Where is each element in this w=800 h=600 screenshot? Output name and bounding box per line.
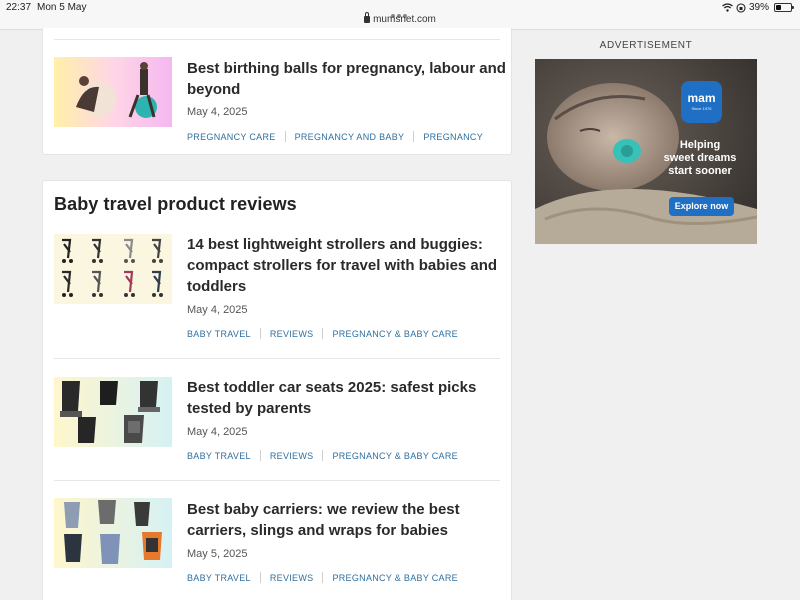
tag-link[interactable]: PREGNANCY & BABY CARE <box>332 451 458 461</box>
ad-brand-name: mam <box>687 91 716 105</box>
orientation-lock-icon <box>736 2 746 13</box>
article-tags: BABY TRAVEL REVIEWS PREGNANCY & BABY CAR… <box>187 328 458 339</box>
status-indicators: 39% <box>722 2 794 13</box>
article-title[interactable]: Best birthing balls for pregnancy, labou… <box>187 58 507 100</box>
tag-link[interactable]: BABY TRAVEL <box>187 329 251 339</box>
row-divider <box>54 358 500 359</box>
advertisement-label: ADVERTISEMENT <box>599 40 693 51</box>
tag-divider <box>322 328 324 339</box>
tag-link[interactable]: PREGNANCY & BABY CARE <box>332 329 458 339</box>
tag-link[interactable]: PREGNANCY <box>423 132 483 142</box>
tag-link[interactable]: REVIEWS <box>270 329 314 339</box>
battery-icon <box>774 3 794 12</box>
tag-divider <box>284 131 286 142</box>
tag-link[interactable]: PREGNANCY AND BABY <box>295 132 405 142</box>
status-date: Mon 5 May <box>37 2 87 13</box>
url-text: mumsnet.com <box>373 14 436 25</box>
article-tags: BABY TRAVEL REVIEWS PREGNANCY & BABY CAR… <box>187 572 458 583</box>
tag-link[interactable]: PREGNANCY & BABY CARE <box>332 573 458 583</box>
lock-icon <box>364 12 371 23</box>
explore-now-button[interactable]: Explore now <box>669 197 734 216</box>
tag-divider <box>259 450 261 461</box>
tag-divider <box>259 328 261 339</box>
row-divider <box>54 480 500 481</box>
article-thumbnail-car-seats[interactable] <box>54 377 172 447</box>
ad-tagline-line: Helping <box>679 139 721 151</box>
tag-link[interactable]: BABY TRAVEL <box>187 573 251 583</box>
address-bar[interactable]: mumsnet.com <box>0 12 800 25</box>
battery-level <box>776 5 781 10</box>
ad-tagline: Helping sweet dreams start sooner <box>640 139 760 178</box>
article-date: May 5, 2025 <box>187 548 248 560</box>
article-tags: PREGNANCY CARE PREGNANCY AND BABY PREGNA… <box>187 131 483 142</box>
article-thumbnail-strollers[interactable] <box>54 234 172 304</box>
tag-link[interactable]: REVIEWS <box>270 573 314 583</box>
ad-tagline-line: start sooner <box>668 165 732 177</box>
article-date: May 4, 2025 <box>187 106 248 118</box>
tag-divider <box>322 572 324 583</box>
tag-link[interactable]: REVIEWS <box>270 451 314 461</box>
ad-brand-sub: Since 1976 <box>691 106 712 111</box>
article-thumbnail-birthing-balls[interactable] <box>54 57 172 127</box>
article-tags: BABY TRAVEL REVIEWS PREGNANCY & BABY CAR… <box>187 450 458 461</box>
article-title[interactable]: 14 best lightweight strollers and buggie… <box>187 234 507 297</box>
mam-logo-icon: mam Since 1976 <box>681 81 722 123</box>
tag-divider <box>413 131 415 142</box>
article-thumbnail-baby-carriers[interactable] <box>54 498 172 568</box>
battery-percent: 39% <box>748 2 769 13</box>
article-title[interactable]: Best baby carriers: we review the best c… <box>187 499 507 541</box>
status-bar: 22:37 Mon 5 May mumsnet.com 39% <box>0 0 800 30</box>
article-title[interactable]: Best toddler car seats 2025: safest pick… <box>187 377 507 419</box>
wifi-icon <box>722 3 733 12</box>
row-divider <box>54 39 500 40</box>
tag-link[interactable]: PREGNANCY CARE <box>187 132 276 142</box>
tag-link[interactable]: BABY TRAVEL <box>187 451 251 461</box>
status-time: 22:37 <box>6 2 32 13</box>
tag-divider <box>259 572 261 583</box>
ad-tagline-line: sweet dreams <box>663 152 737 164</box>
article-date: May 4, 2025 <box>187 426 248 438</box>
article-date: May 4, 2025 <box>187 304 248 316</box>
section-title: Baby travel product reviews <box>54 194 297 214</box>
tag-divider <box>322 450 324 461</box>
